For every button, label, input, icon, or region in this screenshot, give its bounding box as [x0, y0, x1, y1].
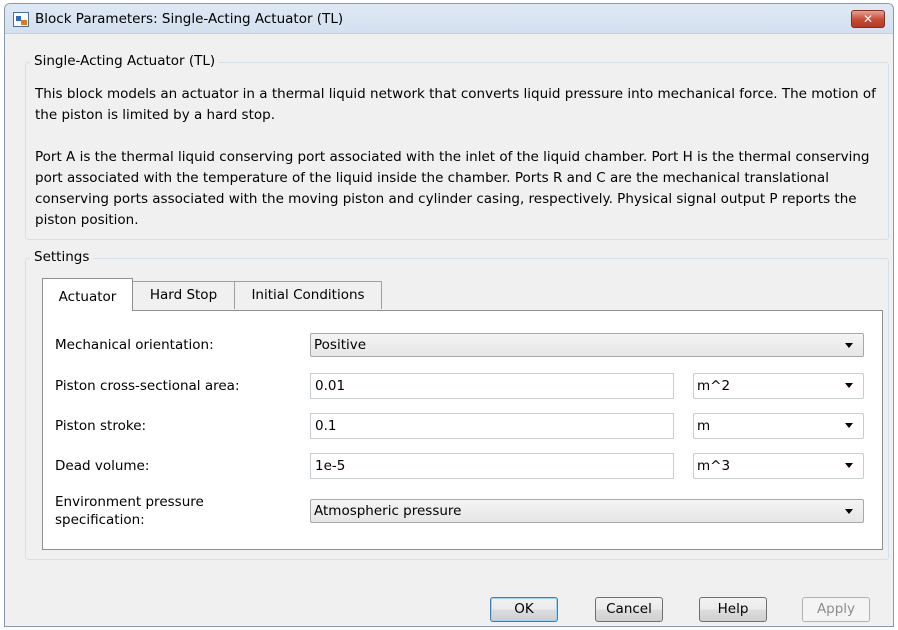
cancel-button-label: Cancel	[606, 601, 652, 617]
close-icon: ✕	[862, 12, 874, 26]
mechanical-orientation-dropdown[interactable]: Positive	[310, 333, 864, 357]
cancel-button[interactable]: Cancel	[595, 597, 663, 622]
dialog-window: Block Parameters: Single-Acting Actuator…	[4, 3, 894, 627]
environment-pressure-label-line1: Environment pressure	[55, 494, 204, 510]
dead-volume-unit-dropdown[interactable]: m^3	[693, 453, 864, 479]
description-text: This block models an actuator in a therm…	[35, 84, 885, 231]
chevron-down-icon	[845, 423, 853, 428]
piston-stroke-input[interactable]: 0.1	[310, 413, 674, 439]
piston-area-unit-dropdown[interactable]: m^2	[693, 373, 864, 399]
piston-area-value: 0.01	[315, 378, 346, 394]
simulink-app-icon	[13, 12, 29, 27]
dead-volume-input[interactable]: 1e-5	[310, 453, 674, 479]
environment-pressure-label-line2: specification:	[55, 512, 145, 528]
ok-button[interactable]: OK	[490, 597, 558, 622]
help-button[interactable]: Help	[699, 597, 767, 622]
dead-volume-unit: m^3	[697, 458, 731, 474]
tab-actuator[interactable]: Actuator	[42, 278, 133, 311]
chevron-down-icon	[845, 509, 853, 514]
chevron-down-icon	[845, 463, 853, 468]
piston-stroke-unit-dropdown[interactable]: m	[693, 413, 864, 439]
actuator-tab-panel: Mechanical orientation: Positive Piston …	[42, 310, 883, 550]
environment-pressure-value: Atmospheric pressure	[314, 503, 462, 519]
description-legend: Single-Acting Actuator (TL)	[30, 53, 220, 69]
apply-button[interactable]: Apply	[802, 597, 870, 622]
chevron-down-icon	[845, 383, 853, 388]
tab-initial-conditions[interactable]: Initial Conditions	[234, 281, 382, 309]
description-paragraph-2: Port A is the thermal liquid conserving …	[35, 149, 870, 228]
help-button-label: Help	[717, 601, 749, 617]
apply-button-label: Apply	[816, 601, 856, 617]
piston-stroke-unit: m	[697, 418, 711, 434]
environment-pressure-dropdown[interactable]: Atmospheric pressure	[310, 499, 864, 523]
chevron-down-icon	[845, 343, 853, 348]
close-button[interactable]: ✕	[851, 10, 885, 28]
ok-button-label: OK	[514, 601, 534, 617]
tab-initial-conditions-label: Initial Conditions	[251, 287, 365, 303]
dead-volume-value: 1e-5	[315, 458, 346, 474]
piston-area-input[interactable]: 0.01	[310, 373, 674, 399]
tab-hard-stop-label: Hard Stop	[149, 287, 218, 303]
mechanical-orientation-label: Mechanical orientation:	[55, 337, 214, 353]
piston-stroke-label: Piston stroke:	[55, 418, 147, 434]
mechanical-orientation-value: Positive	[314, 337, 367, 353]
piston-area-label: Piston cross-sectional area:	[55, 378, 240, 394]
piston-area-unit: m^2	[697, 378, 731, 394]
environment-pressure-label: Environment pressure specification:	[55, 493, 204, 529]
tab-actuator-label: Actuator	[58, 289, 117, 305]
settings-legend: Settings	[30, 249, 94, 265]
piston-stroke-value: 0.1	[315, 418, 337, 434]
dead-volume-label: Dead volume:	[55, 458, 150, 474]
tab-hard-stop[interactable]: Hard Stop	[132, 281, 235, 309]
title-bar[interactable]: Block Parameters: Single-Acting Actuator…	[5, 4, 893, 34]
description-paragraph-1: This block models an actuator in a therm…	[35, 86, 876, 123]
window-title: Block Parameters: Single-Acting Actuator…	[35, 11, 344, 27]
